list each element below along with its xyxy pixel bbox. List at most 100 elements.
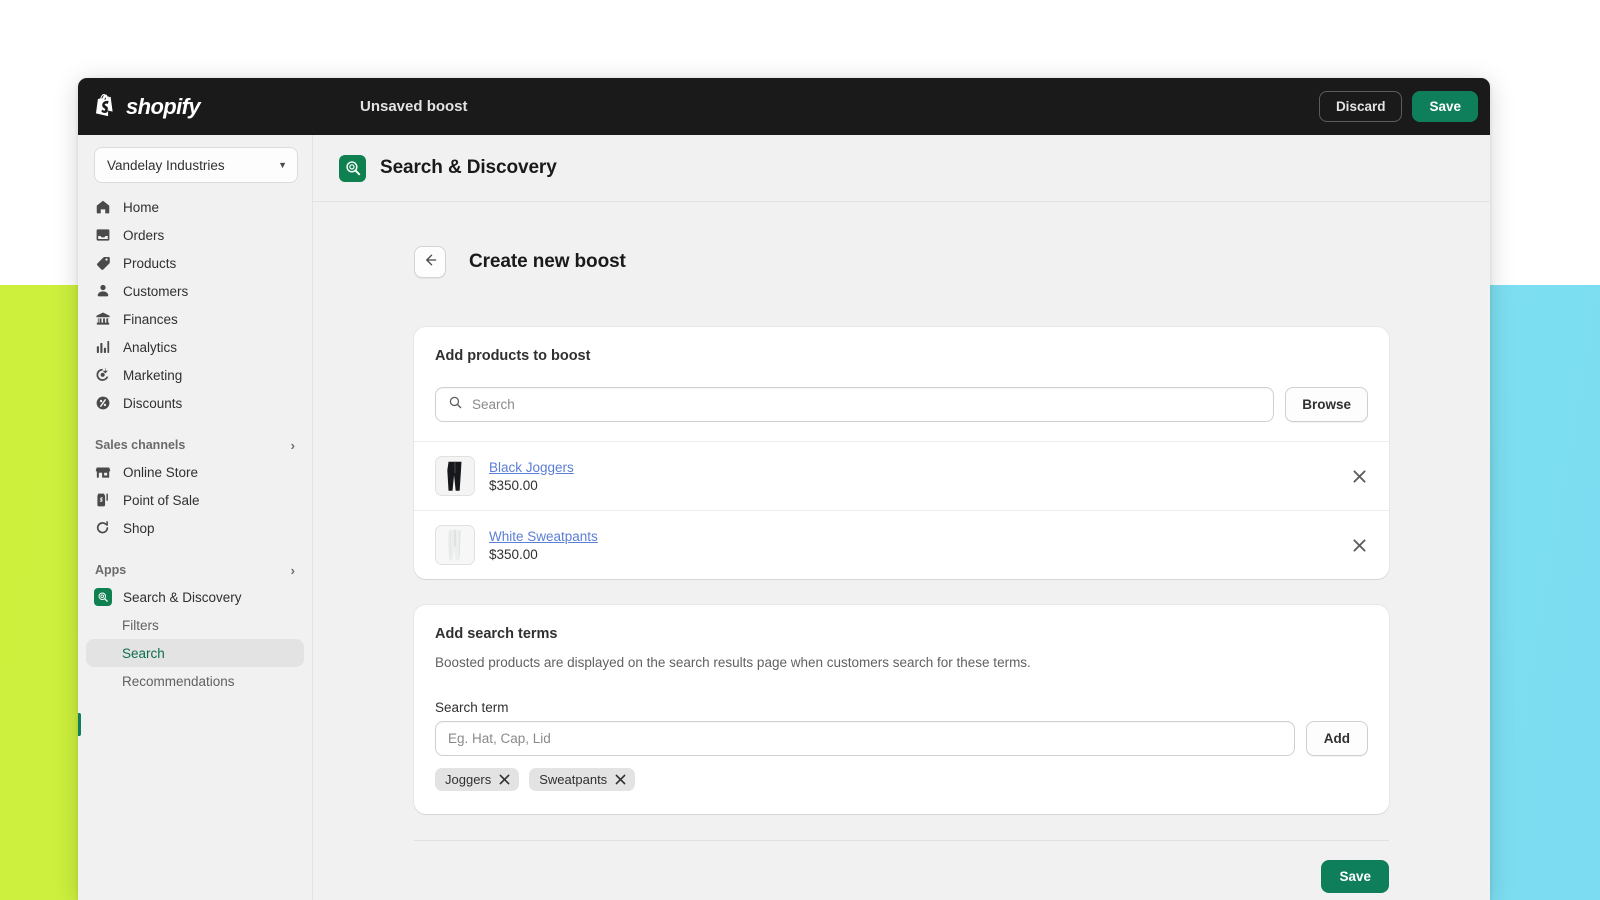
sidebar-label: Discounts	[123, 395, 183, 411]
home-icon	[94, 198, 112, 216]
sidebar-item-analytics[interactable]: Analytics	[86, 333, 304, 361]
sidebar-item-shop[interactable]: Shop	[86, 514, 304, 542]
store-selector[interactable]: Vandelay Industries ▼	[94, 147, 298, 183]
product-name-link[interactable]: Black Joggers	[489, 460, 574, 475]
remove-tag-button[interactable]	[615, 774, 626, 785]
product-row: Black Joggers $350.00	[414, 441, 1389, 510]
sidebar-item-discounts[interactable]: Discounts	[86, 389, 304, 417]
sidebar-item-filters[interactable]: Filters	[86, 611, 304, 639]
product-name-link[interactable]: White Sweatpants	[489, 529, 598, 544]
product-search-row: Browse	[414, 387, 1389, 422]
shopify-logo[interactable]: shopify	[96, 94, 326, 120]
sidebar-sublabel: Recommendations	[122, 673, 235, 689]
product-info: White Sweatpants $350.00	[489, 529, 598, 562]
search-discovery-app-icon	[339, 154, 366, 182]
chevron-right-icon: ›	[290, 437, 295, 453]
search-term-input[interactable]	[435, 720, 1295, 756]
product-info: Black Joggers $350.00	[489, 460, 574, 493]
add-term-button[interactable]: Add	[1305, 720, 1368, 756]
save-button-topbar[interactable]: Save	[1412, 91, 1478, 122]
remove-tag-button[interactable]	[499, 774, 510, 785]
back-button[interactable]	[414, 246, 446, 278]
product-price: $350.00	[489, 546, 538, 562]
tag-label: Sweatpants	[539, 771, 608, 787]
finances-bank-icon	[94, 310, 112, 328]
product-search-field[interactable]	[435, 387, 1275, 422]
top-bar: shopify Unsaved boost Discard Save	[78, 78, 1490, 135]
sidebar-label: Search & Discovery	[123, 589, 242, 605]
sidebar-sublabel: Search	[122, 645, 165, 661]
sidebar-item-online-store[interactable]: Online Store	[86, 458, 304, 486]
remove-product-button[interactable]	[1350, 467, 1368, 485]
sidebar-item-search[interactable]: Search	[86, 639, 304, 667]
customers-person-icon	[94, 282, 112, 300]
search-discovery-app-icon	[94, 588, 112, 606]
store-name: Vandelay Industries	[107, 157, 225, 173]
sidebar-item-recommendations[interactable]: Recommendations	[86, 667, 304, 695]
orders-icon	[94, 226, 112, 244]
marketing-target-icon	[94, 366, 112, 384]
product-search-input[interactable]	[472, 397, 1262, 412]
products-tag-icon	[94, 254, 112, 272]
add-search-terms-title: Add search terms	[435, 626, 558, 642]
sales-channels-header[interactable]: Sales channels ›	[86, 432, 304, 458]
unsaved-changes-title: Unsaved boost	[360, 98, 468, 115]
sidebar-item-orders[interactable]: Orders	[86, 221, 304, 249]
sidebar-item-products[interactable]: Products	[86, 249, 304, 277]
browse-button[interactable]: Browse	[1285, 387, 1368, 422]
shopify-wordmark: shopify	[126, 93, 201, 119]
sidebar-item-customers[interactable]: Customers	[86, 277, 304, 305]
sales-channels-label: Sales channels	[95, 438, 186, 452]
boost-heading: Create new boost	[469, 251, 626, 272]
apps-header[interactable]: Apps ›	[86, 557, 304, 583]
search-term-tags: Joggers Sweatpants	[435, 767, 1368, 791]
boosted-products-list: Black Joggers $350.00 White Sweatpants $…	[414, 441, 1389, 579]
product-row: White Sweatpants $350.00	[414, 510, 1389, 579]
sidebar-item-finances[interactable]: Finances	[86, 305, 304, 333]
sidebar-label: Analytics	[123, 339, 178, 355]
add-products-title: Add products to boost	[435, 348, 591, 364]
remove-product-button[interactable]	[1350, 536, 1368, 554]
page-header: Search & Discovery	[313, 135, 1490, 202]
discounts-percent-icon	[94, 394, 112, 412]
selected-item-indicator	[78, 713, 81, 736]
add-search-terms-card: Add search terms Boosted products are di…	[414, 605, 1389, 814]
search-icon	[448, 395, 463, 415]
topbar-actions: Discard Save	[1318, 91, 1478, 122]
apps-label: Apps	[95, 563, 127, 577]
sidebar-label: Online Store	[123, 464, 199, 480]
main-content: Search & Discovery Create new boost Add …	[313, 135, 1490, 900]
search-term-label: Search term	[435, 699, 509, 715]
product-price: $350.00	[489, 477, 538, 493]
sidebar-label: Finances	[123, 311, 178, 327]
primary-nav: Home Orders Products Customers Finances …	[78, 193, 312, 695]
sidebar-label: Shop	[123, 520, 155, 536]
black-joggers-thumb	[435, 456, 475, 496]
sidebar-item-point-of-sale[interactable]: Point of Sale	[86, 486, 304, 514]
sidebar-item-home[interactable]: Home	[86, 193, 304, 221]
sidebar-item-marketing[interactable]: Marketing	[86, 361, 304, 389]
point-of-sale-icon	[94, 491, 112, 509]
footer-actions: Save	[414, 841, 1389, 893]
boost-header: Create new boost	[414, 246, 1389, 278]
add-search-terms-description: Boosted products are displayed on the se…	[435, 655, 1031, 670]
save-button-footer[interactable]: Save	[1321, 859, 1389, 893]
search-term-tag: Joggers	[435, 767, 520, 791]
search-term-row: Add	[435, 720, 1368, 756]
sidebar-item-search-and-discovery[interactable]: Search & Discovery	[86, 583, 304, 611]
analytics-bars-icon	[94, 338, 112, 356]
sidebar-label: Products	[123, 255, 177, 271]
sidebar-label: Customers	[123, 283, 189, 299]
sidebar-label: Orders	[123, 227, 165, 243]
sidebar-label: Home	[123, 199, 160, 215]
sidebar-sublabel: Filters	[122, 617, 159, 633]
tag-label: Joggers	[445, 771, 492, 787]
shopify-bag-icon	[96, 94, 119, 119]
discard-button[interactable]: Discard	[1318, 91, 1403, 122]
chevron-down-icon: ▼	[278, 160, 287, 170]
chevron-right-icon: ›	[290, 562, 295, 578]
online-store-icon	[94, 463, 112, 481]
white-sweatpants-thumb	[435, 525, 475, 565]
sidebar-label: Point of Sale	[123, 492, 200, 508]
page-title: Search & Discovery	[380, 157, 557, 178]
